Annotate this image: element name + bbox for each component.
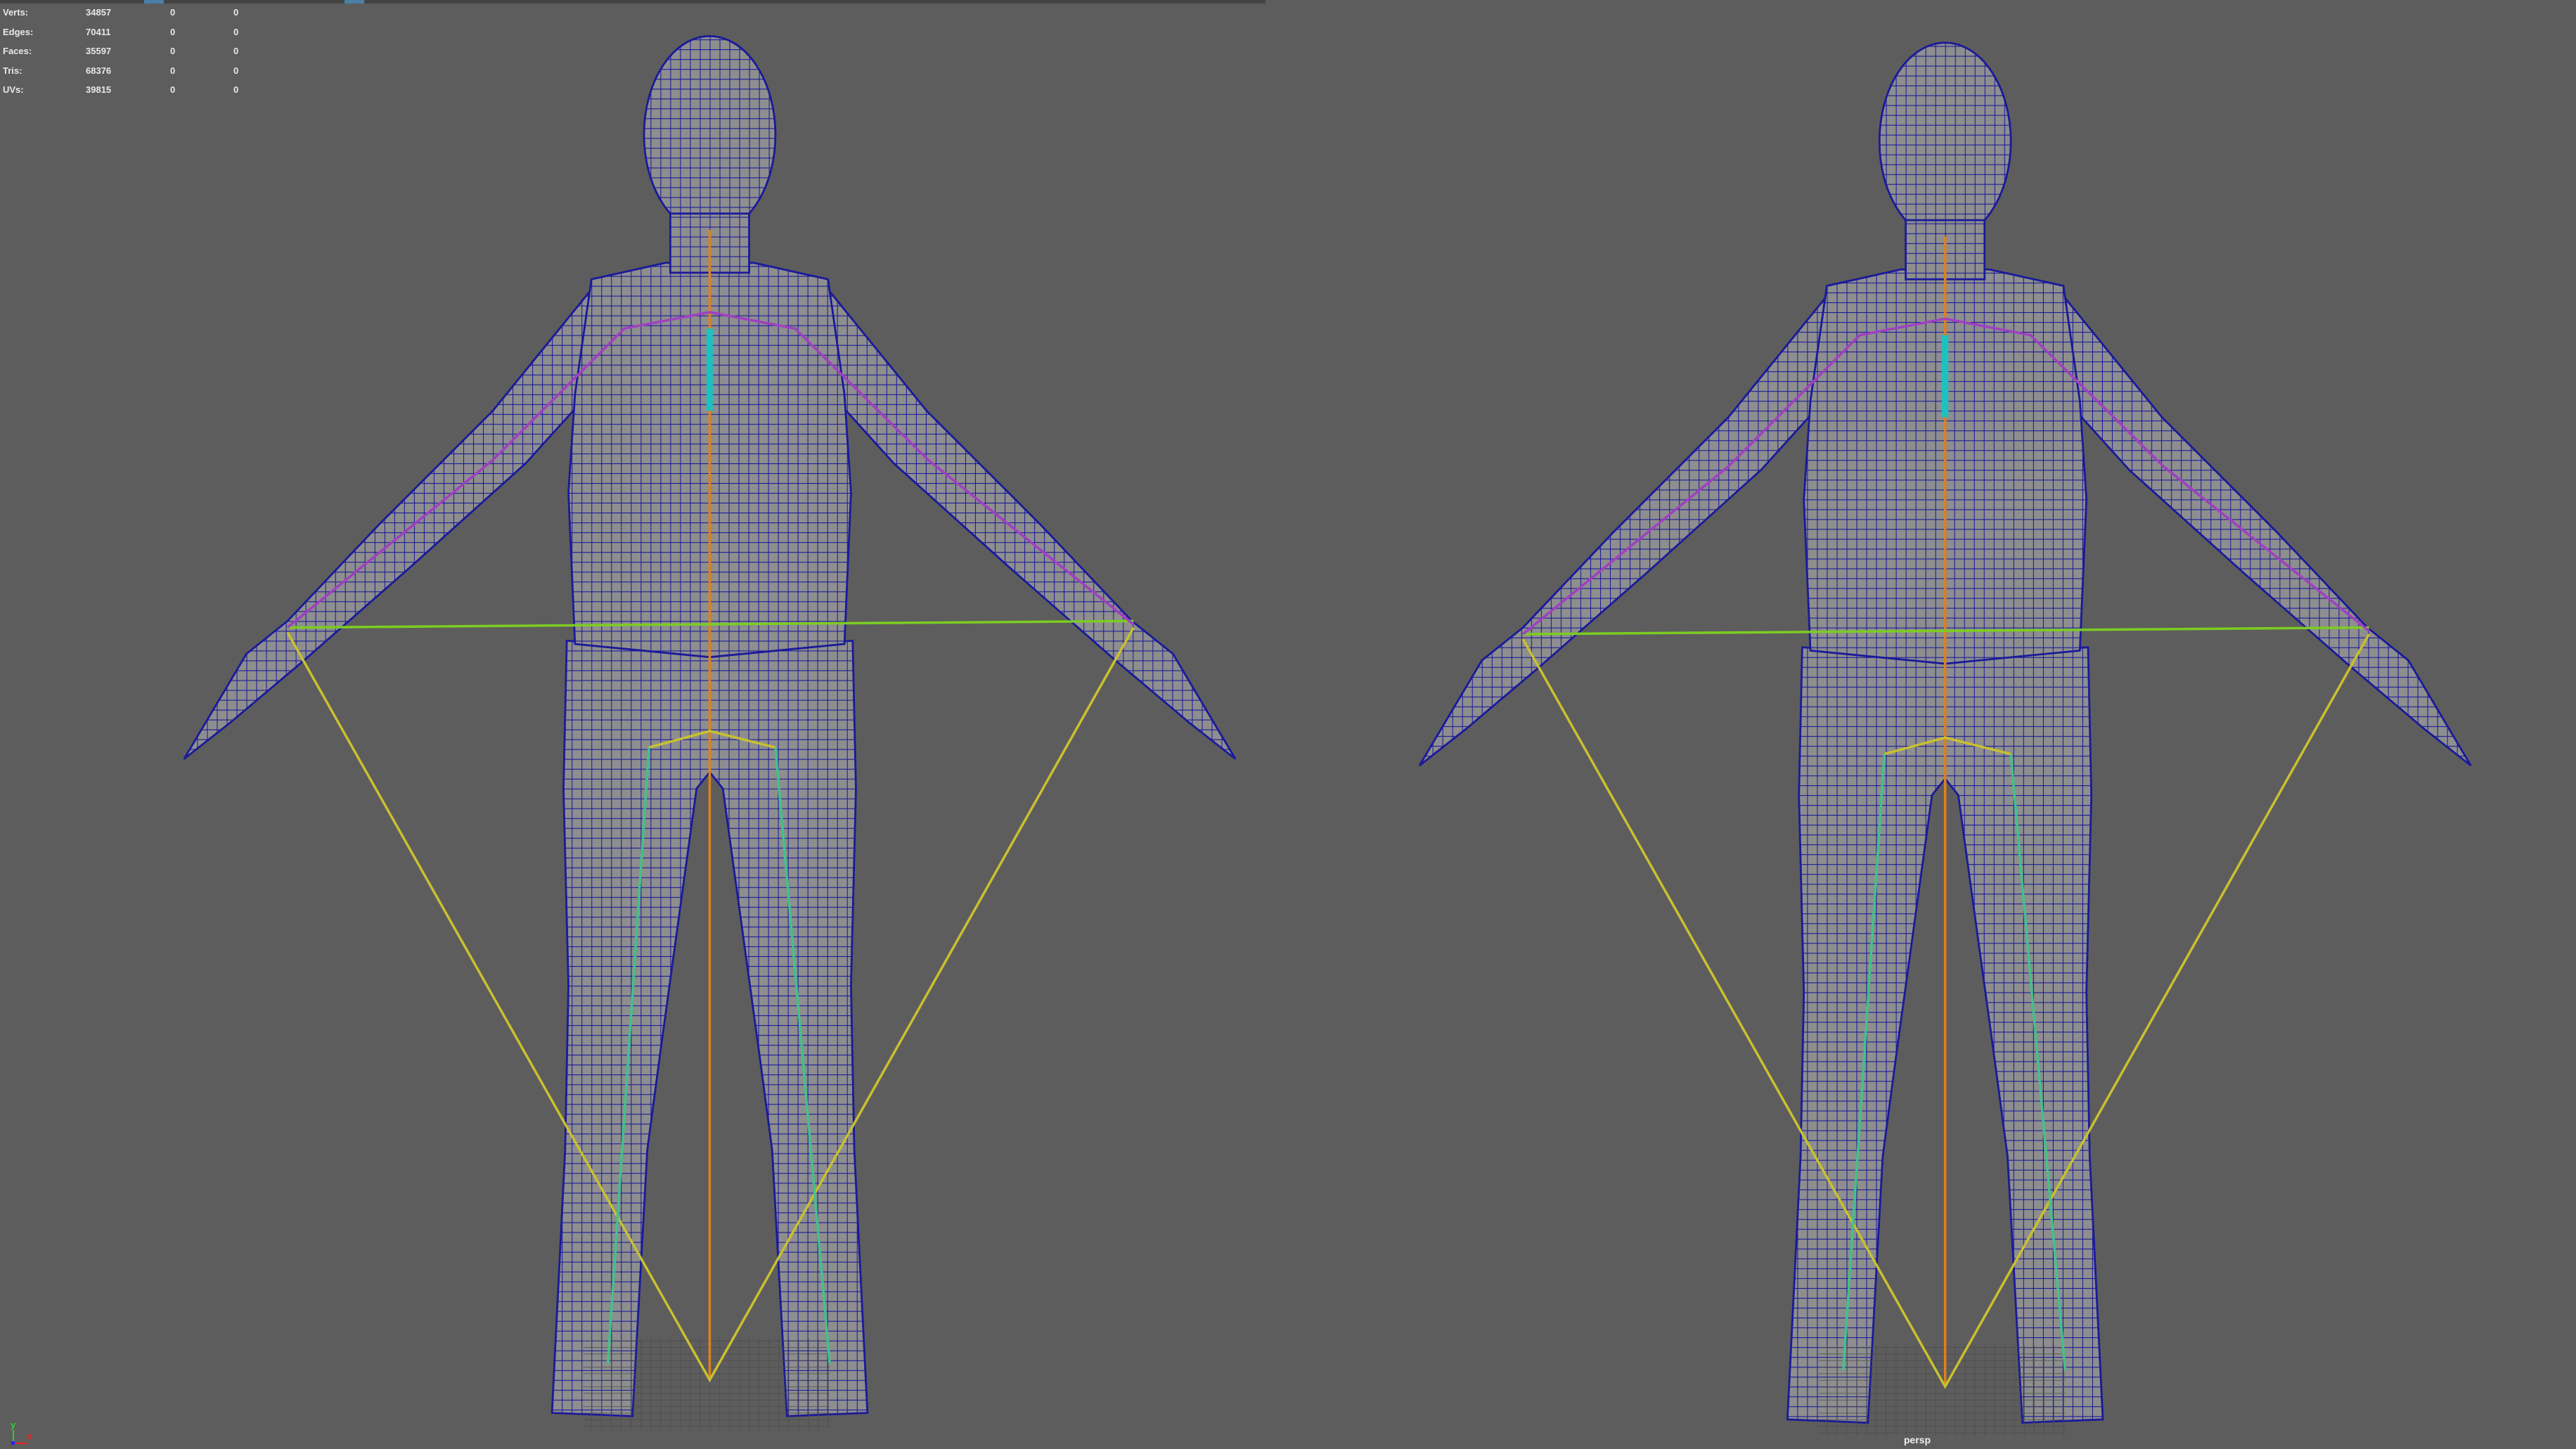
axis-gizmo: y x bbox=[6, 1417, 34, 1449]
character-back-view[interactable] bbox=[1419, 43, 2471, 1436]
x-axis-line bbox=[14, 1443, 28, 1444]
3d-viewport[interactable] bbox=[0, 0, 2576, 1449]
camera-label: persp bbox=[1904, 1434, 1931, 1445]
character-front-view[interactable] bbox=[184, 36, 1236, 1429]
z-axis-marker bbox=[11, 1441, 15, 1445]
